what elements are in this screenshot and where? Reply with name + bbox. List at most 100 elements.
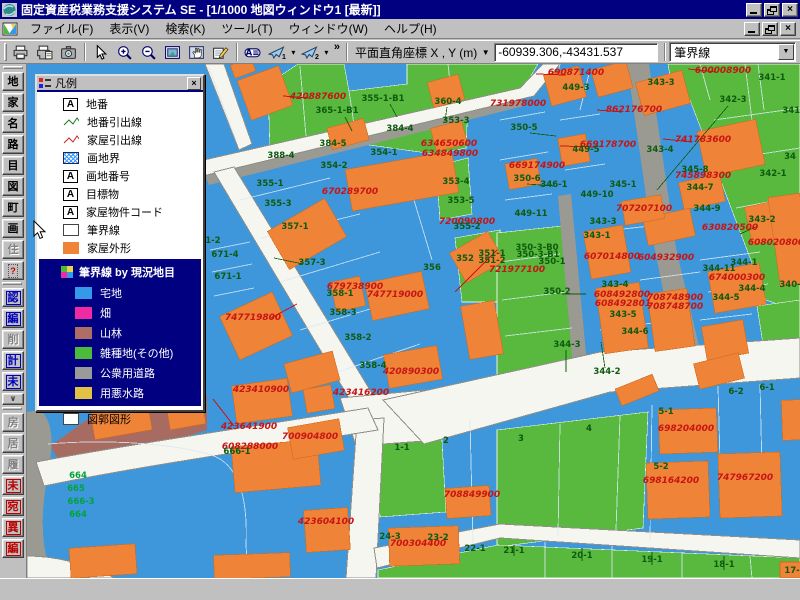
sidebar-tool-button-∨[interactable]: ∨: [2, 393, 24, 405]
legend-item[interactable]: 地番引出線: [37, 113, 203, 131]
parcel-number-label: 354-2: [320, 161, 347, 171]
sidebar-tool-button-宛[interactable]: 宛: [2, 497, 24, 516]
menu-item[interactable]: ツール(T): [213, 18, 280, 39]
menu-item[interactable]: ヘルプ(H): [376, 18, 445, 39]
select-icon: [92, 44, 109, 61]
menu-bar: ファイル(F)表示(V)検索(K)ツール(T)ウィンドウ(W)ヘルプ(H) ×: [0, 19, 800, 39]
legend-panel[interactable]: 凡例 × A地番地番引出線家屋引出線画地界A画地番号A目標物A家屋物件コード筆界…: [35, 74, 205, 412]
legend-landuse-item[interactable]: 用悪水路: [39, 383, 201, 403]
sidebar-tool-button-計[interactable]: 計: [2, 351, 24, 370]
child-close-button[interactable]: ×: [780, 22, 796, 36]
zoom-out-button[interactable]: [137, 41, 161, 63]
print-preview-button[interactable]: [33, 41, 57, 63]
legend-item[interactable]: 家屋引出線: [37, 131, 203, 149]
sidebar-grip[interactable]: [3, 66, 23, 69]
restore-button[interactable]: [764, 3, 780, 17]
parcel-number-label: 20-1: [571, 551, 592, 561]
parcel-label-swatch-icon: A: [63, 98, 78, 111]
sidebar-tool-button-名[interactable]: 名: [2, 114, 24, 133]
child-restore-button[interactable]: [762, 22, 778, 36]
parcel-number-label: 671-4: [211, 250, 238, 260]
hand-button[interactable]: [185, 41, 209, 63]
legend-close-button[interactable]: ×: [187, 77, 201, 90]
snapshot-button[interactable]: [57, 41, 81, 63]
parcel-number-label: 345-8: [681, 165, 708, 175]
fit-button[interactable]: [161, 41, 185, 63]
sidebar-tool-button-房[interactable]: 房: [2, 413, 24, 432]
minimize-button[interactable]: [746, 3, 762, 17]
plane-button[interactable]: 2: [298, 41, 322, 63]
chevron-down-icon[interactable]: ▾: [289, 48, 298, 57]
child-minimize-button[interactable]: [744, 22, 760, 36]
legend-item[interactable]: 画地界: [37, 149, 203, 167]
sidebar-tool-button-目[interactable]: 目: [2, 156, 24, 175]
legend-item-label: 画地界: [87, 150, 120, 166]
sidebar-tool-button-地[interactable]: 地: [2, 72, 24, 91]
menu-item[interactable]: 表示(V): [101, 18, 157, 39]
label-button[interactable]: [241, 41, 265, 63]
sidebar-tool-button-未[interactable]: 未: [2, 372, 24, 391]
parcel-number-label: 341-1: [758, 73, 785, 83]
sidebar-tool-button-履[interactable]: 履: [2, 455, 24, 474]
legend-landuse-item[interactable]: 畑: [39, 303, 201, 323]
sidebar-tool-button-家[interactable]: 家: [2, 93, 24, 112]
sidebar-tool-button-編[interactable]: 編: [2, 309, 24, 328]
parcel-number-label: 356: [423, 263, 441, 273]
menu-item[interactable]: ウィンドウ(W): [281, 18, 376, 39]
print-button[interactable]: [9, 41, 33, 63]
select-button[interactable]: [89, 41, 113, 63]
legend-item-frame[interactable]: 図郭図形: [37, 410, 203, 428]
parcel-number-label: 449-3: [562, 83, 589, 93]
zoom-in-button[interactable]: [113, 41, 137, 63]
sidebar-tool-button-?[interactable]: ?: [2, 261, 24, 280]
coordinate-system-label[interactable]: 平面直角座標 X , Y (m) ▼: [351, 44, 494, 61]
legend-item[interactable]: A地番: [37, 95, 203, 113]
parcel-number-label: 449-5: [572, 145, 599, 155]
legend-item[interactable]: 家屋外形: [37, 239, 203, 257]
legend-landuse-item[interactable]: 宅地: [39, 283, 201, 303]
edit-button[interactable]: [209, 41, 233, 63]
layer-select[interactable]: 筆界線 ▼: [669, 42, 796, 62]
parcel-number-label: 344-9: [693, 204, 720, 214]
plane-button[interactable]: 1: [265, 41, 289, 63]
legend-item[interactable]: A家屋物件コード: [37, 203, 203, 221]
toolbar-overflow-chevron[interactable]: »: [331, 41, 343, 53]
building-code-label: 700904800: [282, 432, 338, 442]
legend-group-header: 筆界線 by 現況地目: [39, 261, 201, 283]
color-swatch-icon: [75, 327, 92, 339]
chevron-down-icon[interactable]: ▼: [778, 44, 794, 60]
sidebar-tool-button-認[interactable]: 認: [2, 288, 24, 307]
legend-item[interactable]: A目標物: [37, 185, 203, 203]
sidebar-tool-button-町[interactable]: 町: [2, 198, 24, 217]
sidebar-tool-button-住[interactable]: 住: [2, 240, 24, 259]
parcel-number-label: 343-1: [583, 231, 610, 241]
parcel-number-label: 342-3: [719, 95, 746, 105]
legend-landuse-label: 山林: [100, 325, 122, 341]
sidebar-tool-button-図[interactable]: 図: [2, 177, 24, 196]
parcel-number-label: 343-2: [748, 215, 775, 225]
building-code-label: 423604100: [297, 517, 354, 527]
legend-landuse-item[interactable]: 雑種地(その他): [39, 343, 201, 363]
sidebar-tool-button-未[interactable]: 未: [2, 476, 24, 495]
chevron-down-icon[interactable]: ▾: [322, 48, 331, 57]
legend-title-bar[interactable]: 凡例 ×: [37, 76, 203, 92]
parcel-number-label: 671-1: [214, 272, 241, 282]
legend-landuse-item[interactable]: 公衆用道路: [39, 363, 201, 383]
building-code-label: 634650600: [421, 139, 477, 149]
sidebar-tool-button-居[interactable]: 居: [2, 434, 24, 453]
menu-item[interactable]: 検索(K): [157, 18, 213, 39]
sidebar-tool-button-画[interactable]: 画: [2, 219, 24, 238]
coordinate-input[interactable]: [494, 43, 658, 62]
sidebar-tool-button-異[interactable]: 異: [2, 518, 24, 537]
building-code-label: 423416200: [332, 388, 389, 398]
sidebar-tool-button-削[interactable]: 削: [2, 330, 24, 349]
legend-item[interactable]: A画地番号: [37, 167, 203, 185]
legend-item[interactable]: 筆界線: [37, 221, 203, 239]
sidebar-tool-button-路[interactable]: 路: [2, 135, 24, 154]
legend-landuse-item[interactable]: 山林: [39, 323, 201, 343]
legend-item-label: 画地番号: [86, 168, 130, 184]
close-button[interactable]: ×: [782, 3, 798, 17]
toolbar-grip[interactable]: [4, 43, 7, 61]
menu-item[interactable]: ファイル(F): [22, 18, 101, 39]
sidebar-tool-button-編[interactable]: 編: [2, 539, 24, 558]
